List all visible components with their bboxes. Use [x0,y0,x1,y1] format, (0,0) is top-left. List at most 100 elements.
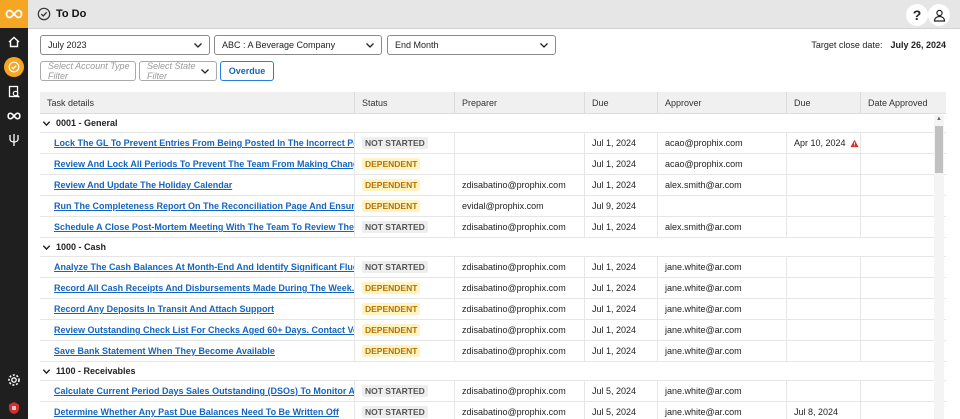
due-cell-text: Jul 9, 2024 [592,201,637,211]
col-preparer[interactable]: Preparer [455,92,585,113]
group-header[interactable]: 1100 - Receivables [40,362,946,381]
account-type-filter[interactable]: Select Account Type Filter [40,61,136,81]
preparer-cell: zdisabatino@prophix.com [455,278,585,298]
table-row[interactable]: Record All Cash Receipts And Disbursemen… [40,278,946,299]
table-row[interactable]: Save Bank Statement When They Become Ava… [40,341,946,362]
table-row[interactable]: Review And Update The Holiday Calendar DE… [40,175,946,196]
task-link[interactable]: Calculate Current Period Days Sales Outs… [40,381,355,401]
table-row[interactable]: Review Outstanding Check List For Checks… [40,320,946,341]
task-link-text[interactable]: Review And Lock All Periods To Prevent T… [54,159,354,169]
approver-cell: jane.white@ar.com [658,381,787,401]
task-link-text[interactable]: Calculate Current Period Days Sales Outs… [54,386,354,396]
approver-cell-text: acao@prophix.com [665,159,743,169]
table-row[interactable]: Record Any Deposits In Transit And Attac… [40,299,946,320]
settings-nav-item[interactable] [0,368,28,392]
todo-nav-item[interactable] [0,55,28,79]
status-cell: NOT STARTED [355,381,455,401]
status-badge: DEPENDENT [362,282,421,294]
task-link[interactable]: Review Outstanding Check List For Checks… [40,320,355,340]
task-link-text[interactable]: Record Any Deposits In Transit And Attac… [54,304,274,314]
preparer-cell: zdisabatino@prophix.com [455,299,585,319]
task-link-text[interactable]: Determine Whether Any Past Due Balances … [54,407,339,417]
task-link-text[interactable]: Save Bank Statement When They Become Ava… [54,346,275,356]
approver-cell-text: jane.white@ar.com [665,283,742,293]
overdue-button[interactable]: Overdue [220,61,274,81]
table-header: Task details Status Preparer Due Approve… [40,92,946,114]
preparer-cell-text: zdisabatino@prophix.com [462,325,566,335]
stage-select[interactable]: End Month [387,35,556,55]
task-link[interactable]: Save Bank Statement When They Become Ava… [40,341,355,361]
account-type-filter-placeholder: Select Account Type Filter [48,61,130,81]
approver-cell-text: acao@prophix.com [665,138,743,148]
task-link-text[interactable]: Schedule A Close Post-Mortem Meeting Wit… [54,222,354,232]
preparer-cell: zdisabatino@prophix.com [455,175,585,195]
vertical-scrollbar[interactable]: ▲ ▼ [934,115,944,419]
table-row[interactable]: Determine Whether Any Past Due Balances … [40,402,946,419]
period-select[interactable]: July 2023 [40,35,210,55]
approver-cell: jane.white@ar.com [658,299,787,319]
due-cell: Jul 1, 2024 [585,299,658,319]
task-link-text[interactable]: Review Outstanding Check List For Checks… [54,325,354,335]
task-link[interactable]: Run The Completeness Report On The Recon… [40,196,355,216]
app-logo-icon[interactable] [0,0,28,28]
due-cell: Jul 1, 2024 [585,341,658,361]
table-row[interactable]: Calculate Current Period Days Sales Outs… [40,381,946,402]
task-link[interactable]: Schedule A Close Post-Mortem Meeting Wit… [40,217,355,237]
help-button[interactable]: ? [906,4,928,26]
status-badge: DEPENDENT [362,158,421,170]
task-link[interactable]: Lock The GL To Prevent Entries From Bein… [40,133,355,153]
home-nav-item[interactable] [0,30,28,54]
scroll-up-icon[interactable]: ▲ [936,116,942,122]
user-profile-button[interactable] [928,4,950,26]
chevron-down-icon [540,43,548,48]
task-link-text[interactable]: Analyze The Cash Balances At Month-End A… [54,262,354,272]
task-link[interactable]: Analyze The Cash Balances At Month-End A… [40,257,355,277]
workflow-nav-item[interactable] [0,104,28,128]
due-cell: Jul 1, 2024 [585,133,658,153]
status-badge: DEPENDENT [362,179,421,191]
approver-due-cell [787,196,861,216]
table-row[interactable]: Run The Completeness Report On The Recon… [40,196,946,217]
target-close-value: July 26, 2024 [890,40,946,50]
approver-cell-text: jane.white@ar.com [665,407,742,417]
group-header[interactable]: 1000 - Cash [40,238,946,257]
task-link[interactable]: Record Any Deposits In Transit And Attac… [40,299,355,319]
table-row[interactable]: Analyze The Cash Balances At Month-End A… [40,257,946,278]
due-cell-text: Jul 1, 2024 [592,159,637,169]
group-header[interactable]: 0001 - General [40,114,946,133]
task-link[interactable]: Review And Lock All Periods To Prevent T… [40,154,355,174]
trident-nav-item[interactable] [0,128,28,152]
reconciliation-nav-item[interactable] [0,80,28,104]
task-link[interactable]: Determine Whether Any Past Due Balances … [40,402,355,419]
task-link-text[interactable]: Review And Update The Holiday Calendar [54,180,232,190]
task-link-text[interactable]: Record All Cash Receipts And Disbursemen… [54,283,354,293]
due-cell-text: Jul 5, 2024 [592,407,637,417]
task-link-text[interactable]: Lock The GL To Prevent Entries From Bein… [54,138,354,148]
scroll-thumb[interactable] [935,126,943,173]
table-row[interactable]: Review And Lock All Periods To Prevent T… [40,154,946,175]
state-filter[interactable]: Select State Filter [139,61,217,81]
preparer-cell: zdisabatino@prophix.com [455,402,585,419]
approver-cell-text: alex.smith@ar.com [665,180,742,190]
col-date-approved[interactable]: Date Approved [861,92,946,113]
approver-due-cell [787,278,861,298]
due-cell-text: Jul 1, 2024 [592,180,637,190]
company-select[interactable]: ABC : A Beverage Company [214,35,382,55]
status-badge: NOT STARTED [362,385,428,397]
table-row[interactable]: Lock The GL To Prevent Entries From Bein… [40,133,946,154]
preparer-cell: zdisabatino@prophix.com [455,341,585,361]
col-approver-due[interactable]: Due [787,92,861,113]
brand-nav-item[interactable] [0,396,28,419]
col-task-details[interactable]: Task details [40,92,355,113]
document-search-icon [8,85,20,98]
col-status[interactable]: Status [355,92,455,113]
task-link[interactable]: Review And Update The Holiday Calendar [40,175,355,195]
col-approver[interactable]: Approver [658,92,787,113]
task-link-text[interactable]: Run The Completeness Report On The Recon… [54,201,354,211]
task-link[interactable]: Record All Cash Receipts And Disbursemen… [40,278,355,298]
check-circle-icon [37,7,51,21]
due-cell: Jul 1, 2024 [585,175,658,195]
table-row[interactable]: Schedule A Close Post-Mortem Meeting Wit… [40,217,946,238]
col-due[interactable]: Due [585,92,658,113]
chevron-down-icon [194,43,202,48]
